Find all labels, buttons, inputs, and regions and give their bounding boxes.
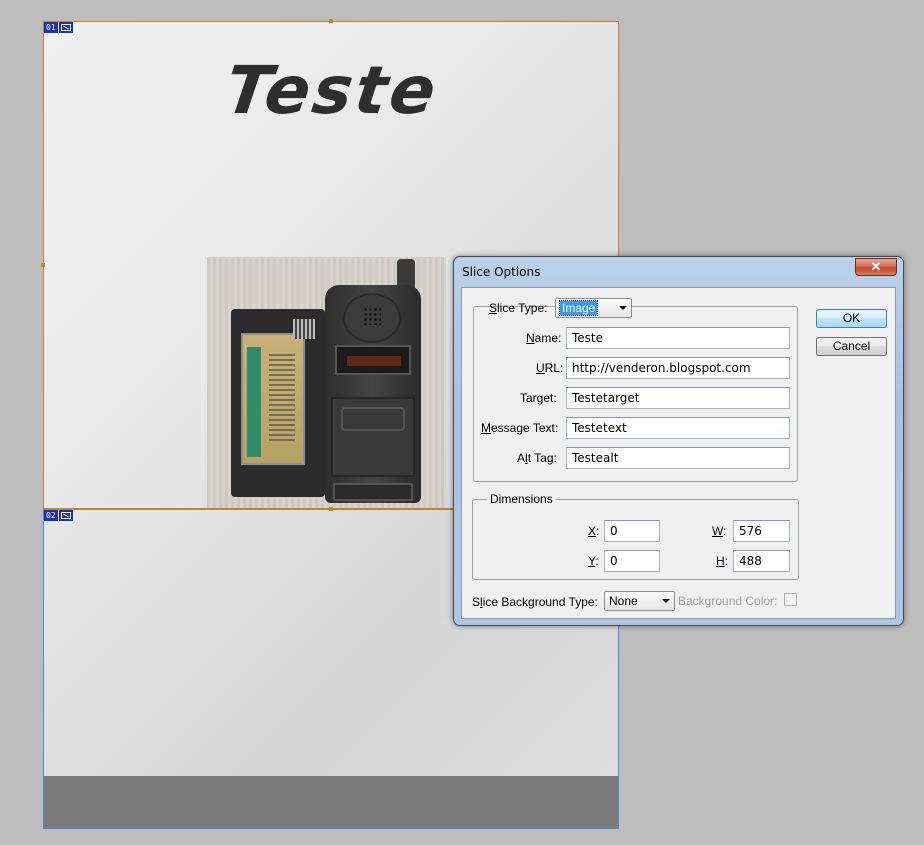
background-color-swatch[interactable] xyxy=(784,593,797,606)
y-field[interactable]: 0 xyxy=(604,550,660,572)
resize-handle-top[interactable] xyxy=(329,19,333,23)
close-icon[interactable]: ✕ xyxy=(855,258,897,276)
name-field[interactable]: Teste xyxy=(566,327,790,349)
h-field[interactable]: 488 xyxy=(733,550,790,572)
name-label: Name: xyxy=(526,331,562,345)
slice-type-value: Image xyxy=(558,300,599,316)
dialog-titlebar[interactable]: Slice Options ✕ xyxy=(454,257,903,285)
message-text-field[interactable]: Testetext xyxy=(566,417,790,439)
dimensions-legend: Dimensions xyxy=(487,492,556,506)
slice-01-badge: 01 xyxy=(44,22,73,33)
slice-02-badge: 02 xyxy=(44,510,73,521)
ok-button[interactable]: OK xyxy=(816,309,887,328)
target-label: Target: xyxy=(520,391,557,405)
url-field[interactable]: http://venderon.blogspot.com xyxy=(566,357,790,379)
y-label: Y: xyxy=(588,554,599,568)
slice-type-label: Slice Type: xyxy=(489,301,548,315)
x-label: X: xyxy=(588,524,600,538)
dialog-body: Slice Type: Image Name: Teste URL: http:… xyxy=(461,287,896,619)
background-type-value: None xyxy=(609,594,638,608)
slice-options-dialog: Slice Options ✕ Slice Type: Image Name: … xyxy=(453,256,904,626)
dialog-title: Slice Options xyxy=(462,265,541,279)
target-field[interactable]: Testetarget xyxy=(566,387,790,409)
slice-number: 02 xyxy=(44,510,58,521)
slice-type-select[interactable]: Image xyxy=(555,298,632,318)
background-type-label: Slice Background Type: xyxy=(472,595,598,609)
alt-tag-label: Alt Tag: xyxy=(517,451,557,465)
image-slice-icon xyxy=(58,510,73,521)
h-label: H: xyxy=(716,554,729,568)
background-color-label: Background Color: xyxy=(678,594,778,608)
background-type-select[interactable]: None xyxy=(604,591,675,611)
resize-handle-left[interactable] xyxy=(41,263,45,267)
chevron-down-icon xyxy=(619,306,627,310)
w-label: W: xyxy=(712,524,727,538)
message-text-label: Message Text: xyxy=(481,421,559,435)
cancel-button[interactable]: Cancel xyxy=(816,337,887,356)
url-label: URL: xyxy=(536,361,564,375)
image-slice-icon xyxy=(58,22,73,33)
w-field[interactable]: 576 xyxy=(733,520,790,542)
alt-tag-field[interactable]: Testealt xyxy=(566,447,790,469)
slice-number: 01 xyxy=(44,22,58,33)
x-field[interactable]: 0 xyxy=(604,520,660,542)
chevron-down-icon xyxy=(662,599,670,603)
